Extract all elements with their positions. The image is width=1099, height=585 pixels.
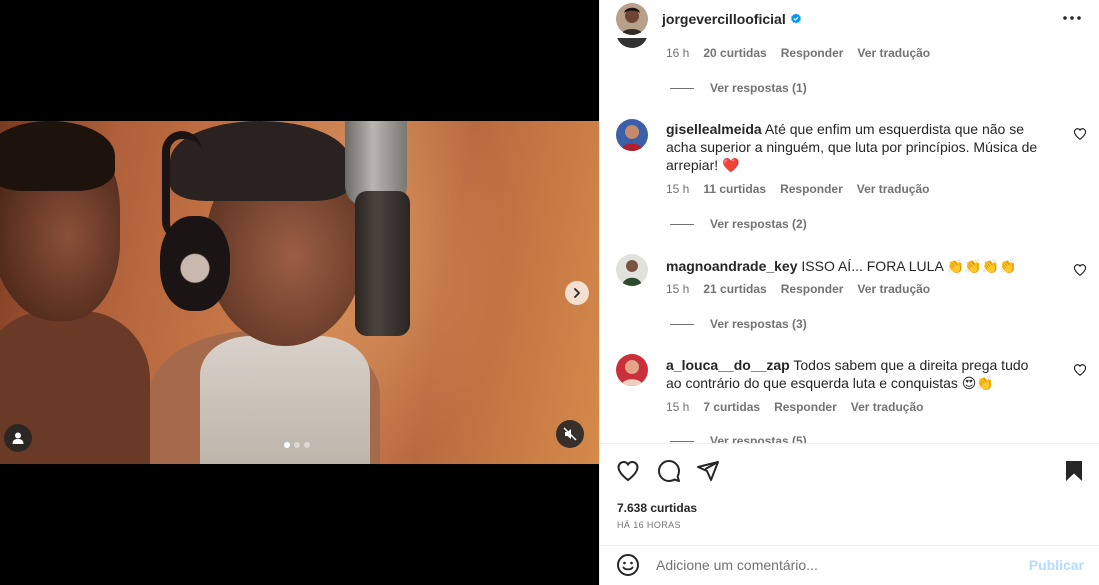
heart-icon[interactable] — [1073, 263, 1087, 277]
tagged-users-button[interactable] — [4, 424, 32, 452]
comment-username[interactable]: gisellealmeida — [666, 121, 762, 137]
comment-username[interactable]: a_louca__do__zap — [666, 357, 790, 373]
comment-body: gisellealmeida Até que enfim um esquerdi… — [666, 120, 1046, 174]
view-replies-label: Ver respostas (2) — [710, 217, 807, 231]
video-headphones — [160, 216, 230, 311]
replies-divider — [670, 440, 694, 442]
comment-body: a_louca__do__zap Todos sabem que a direi… — [666, 356, 1046, 392]
likes-count[interactable]: 7.638 curtidas — [617, 501, 697, 515]
post-timestamp[interactable]: HÁ 16 HORAS — [617, 520, 681, 530]
comment-time: 16 h — [666, 46, 690, 60]
reply-button[interactable]: Responder — [781, 46, 844, 60]
view-replies-button[interactable]: Ver respostas (3) — [670, 317, 807, 331]
comment-meta: 16 h 20 curtidas Responder Ver tradução — [666, 46, 930, 60]
chevron-right-icon — [574, 288, 580, 298]
comment-text: ISSO AÍ... FORA LULA 👏👏👏👏 — [801, 258, 1017, 274]
more-horizontal-icon[interactable] — [1060, 8, 1084, 28]
reply-button[interactable]: Responder — [781, 282, 844, 296]
view-replies-button[interactable]: Ver respostas (2) — [670, 217, 807, 231]
heart-icon[interactable] — [1073, 127, 1087, 141]
comment-meta: 15 h 11 curtidas Responder Ver tradução — [666, 182, 929, 196]
publish-button[interactable]: Publicar — [1029, 557, 1084, 573]
video-person-left-hair — [0, 121, 115, 191]
comment-avatar[interactable] — [616, 38, 648, 48]
view-replies-label: Ver respostas (3) — [710, 317, 807, 331]
heart-icon[interactable] — [1073, 363, 1087, 377]
smiley-icon[interactable] — [616, 553, 640, 577]
add-comment-bar: Publicar — [600, 545, 1099, 585]
carousel-dot — [304, 442, 310, 448]
post-actions — [600, 447, 1099, 495]
replies-divider — [670, 323, 694, 325]
view-replies-button[interactable]: Ver respostas (1) — [670, 81, 807, 95]
carousel-dot — [294, 442, 300, 448]
speaker-muted-icon — [563, 427, 577, 441]
reply-button[interactable]: Responder — [780, 182, 843, 196]
comments-list[interactable]: 16 h 20 curtidas Responder Ver tradução … — [600, 38, 1099, 443]
comment-likes[interactable]: 11 curtidas — [703, 182, 766, 196]
comment-avatar[interactable] — [616, 119, 648, 151]
comment-username[interactable]: magnoandrade_key — [666, 258, 798, 274]
translate-button[interactable]: Ver tradução — [857, 282, 930, 296]
comment-likes[interactable]: 21 curtidas — [703, 282, 766, 296]
post-video[interactable] — [0, 121, 599, 464]
post-viewer: jorgevercillooficial 16 h 20 curtidas Re… — [0, 0, 1099, 585]
comment-time: 15 h — [666, 400, 690, 414]
media-pane — [0, 0, 599, 585]
view-replies-label: Ver respostas (1) — [710, 81, 807, 95]
carousel-dot — [284, 442, 290, 448]
avatar[interactable] — [616, 3, 648, 35]
comment-time: 15 h — [666, 282, 690, 296]
translate-button[interactable]: Ver tradução — [857, 182, 930, 196]
user-tag-icon — [12, 432, 24, 444]
carousel-indicator — [284, 442, 310, 448]
comment-likes[interactable]: 7 curtidas — [703, 400, 760, 414]
heart-icon[interactable] — [616, 459, 640, 483]
comment-meta: 15 h 7 curtidas Responder Ver tradução — [666, 400, 923, 414]
view-replies-button[interactable]: Ver respostas (5) — [670, 434, 807, 443]
view-replies-label: Ver respostas (5) — [710, 434, 807, 443]
translate-button[interactable]: Ver tradução — [851, 400, 924, 414]
post-sidebar: jorgevercillooficial 16 h 20 curtidas Re… — [599, 0, 1099, 585]
bookmark-icon[interactable] — [1062, 459, 1086, 483]
translate-button[interactable]: Ver tradução — [857, 46, 930, 60]
carousel-next-button[interactable] — [565, 281, 589, 305]
comment-avatar[interactable] — [616, 354, 648, 386]
video-microphone-grille — [355, 191, 410, 336]
comment-body: magnoandrade_key ISSO AÍ... FORA LULA 👏👏… — [666, 257, 1046, 275]
replies-divider — [670, 223, 694, 225]
comment-input[interactable] — [656, 555, 1016, 575]
comment-time: 15 h — [666, 182, 690, 196]
comment-meta: 15 h 21 curtidas Responder Ver tradução — [666, 282, 930, 296]
verified-badge-icon — [790, 13, 801, 24]
replies-divider — [670, 87, 694, 89]
reply-button[interactable]: Responder — [774, 400, 837, 414]
post-author-username[interactable]: jorgevercillooficial — [662, 11, 786, 27]
comment-likes[interactable]: 20 curtidas — [703, 46, 766, 60]
comment-avatar[interactable] — [616, 254, 648, 286]
comment-icon[interactable] — [657, 459, 681, 483]
paper-plane-icon[interactable] — [696, 459, 720, 483]
mute-toggle-button[interactable] — [556, 420, 584, 448]
post-header: jorgevercillooficial — [600, 0, 1099, 38]
divider — [600, 443, 1099, 444]
